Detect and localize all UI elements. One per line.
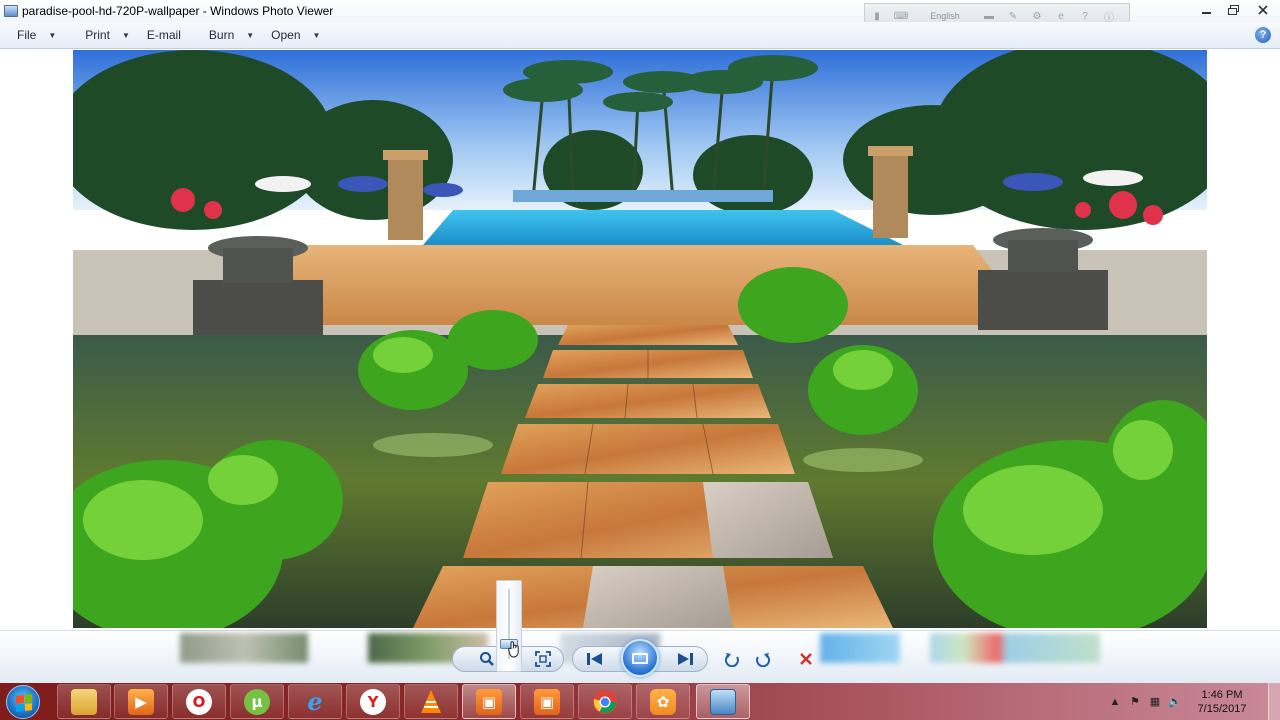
taskbar-file-explorer[interactable] [57,684,111,719]
menu-bar: File ▼ Print ▼ E-mail Burn ▼ Open ▼ ? [0,22,1280,49]
minimize-icon [1202,12,1211,14]
previous-button[interactable] [582,649,608,669]
volume-icon[interactable]: 🔈 [1166,694,1184,710]
input-mode-icon[interactable]: ▬ [977,9,1001,23]
menu-open-label: Open [271,28,301,42]
menu-print-label: Print [85,28,110,42]
actual-size-button[interactable] [532,649,554,669]
network-icon[interactable]: ▦ [1146,694,1164,710]
taskbar-utorrent[interactable]: µ [230,684,284,719]
menu-file-label: File [17,28,37,42]
magnifier-icon [480,652,494,666]
app-icon: ▣ [534,688,560,715]
photo-viewer-app-icon[interactable] [4,5,18,17]
menu-print[interactable]: Print ▼ [68,28,130,42]
photo-viewer-icon [710,688,736,715]
thumbnail[interactable] [930,633,1100,663]
restore-button[interactable] [1220,0,1246,20]
yandex-icon: Y [360,688,386,715]
taskbar-chrome[interactable] [578,684,632,719]
rotate-clockwise-button[interactable] [752,649,774,669]
previous-icon [587,653,602,665]
media-player-icon: ▶ [128,688,154,715]
taskbar-media-player[interactable]: ▶ [114,684,168,719]
zoom-button[interactable] [476,649,498,669]
window-title: paradise-pool-hd-720P-wallpaper - Window… [22,4,334,18]
taskbar-yandex[interactable]: Y [346,684,400,719]
thumbnail[interactable] [820,633,900,663]
chevron-down-icon: ▼ [121,30,130,40]
menu-file[interactable]: File ▼ [0,28,56,42]
taskbar-vlc[interactable] [404,684,458,719]
close-button[interactable] [1246,0,1280,20]
opera-icon: O [186,688,212,715]
photo-viewer-canvas[interactable] [0,50,1280,630]
menu-burn-label: Burn [208,28,235,42]
folder-icon [71,688,97,715]
app-icon: ▣ [476,688,502,715]
slideshow-button[interactable] [621,639,659,677]
close-icon [1258,5,1268,15]
photo-image[interactable] [73,50,1207,628]
mouse-cursor-icon [508,641,519,658]
settings-icon[interactable]: ⚙ [1025,9,1049,23]
show-hidden-icons-icon[interactable]: ▲ [1106,694,1124,710]
window-controls [1194,0,1280,20]
chevron-down-icon: ▼ [246,30,255,40]
vlc-icon [421,689,441,713]
menu-burn[interactable]: Burn ▼ [181,28,254,42]
taskbar-photo-viewer[interactable] [696,684,750,719]
chrome-icon [593,689,617,714]
keyboard-icon[interactable]: ⌨ [889,9,913,23]
start-button[interactable] [6,685,40,719]
menu-open[interactable]: Open ▼ [254,28,320,42]
rotate-counterclockwise-button[interactable] [721,649,743,669]
help-icon[interactable]: ? [1255,27,1271,43]
system-tray: ▲ ⚑ ▦ 🔈 1:46 PM 7/15/2017 [1106,683,1280,720]
taskbar-opera[interactable]: O [172,684,226,719]
brush-icon[interactable]: ✎ [1001,9,1025,23]
help-circle-icon[interactable]: ? [1073,9,1097,23]
clock[interactable]: 1:46 PM 7/15/2017 [1190,688,1254,716]
uc-browser-icon: ✿ [650,688,676,715]
language-bar-handle-icon: ▮ [874,10,880,22]
taskbar: ▶ O µ e Y ▣ ▣ ✿ ▲ ⚑ ▦ 🔈 1:46 PM 7/15/201… [0,683,1280,720]
utorrent-icon: µ [244,688,270,715]
info-icon[interactable]: ⓘ [1097,9,1121,24]
show-desktop-button[interactable] [1268,683,1280,720]
ie-language-icon[interactable]: e [1049,9,1073,23]
language-label[interactable]: English [913,11,977,21]
minimize-button[interactable] [1194,0,1220,20]
menu-email[interactable]: E-mail [130,28,181,42]
chevron-down-icon: ▼ [48,30,57,40]
action-center-icon[interactable]: ⚑ [1126,694,1144,710]
taskbar-uc-browser[interactable]: ✿ [636,684,690,719]
title-bar: paradise-pool-hd-720P-wallpaper - Window… [0,0,1280,29]
rotate-clockwise-icon [756,653,771,667]
windows-logo-icon [16,694,32,712]
slideshow-icon [632,652,648,664]
clock-date: 7/15/2017 [1197,702,1247,715]
menu-email-label: E-mail [146,28,181,42]
taskbar-app-orange-1[interactable]: ▣ [462,684,516,719]
clock-time: 1:46 PM [1201,688,1243,701]
taskbar-app-orange-2[interactable]: ▣ [520,684,574,719]
internet-explorer-icon: e [307,687,323,716]
taskbar-internet-explorer[interactable]: e [288,684,342,719]
next-icon [678,653,693,665]
restore-icon [1227,5,1239,15]
fit-window-icon [535,651,551,667]
chevron-down-icon: ▼ [312,30,321,40]
rotate-counterclockwise-icon [724,653,739,667]
next-button[interactable] [672,649,698,669]
delete-icon [800,653,812,665]
thumbnail[interactable] [180,633,308,663]
delete-button[interactable] [795,649,817,669]
